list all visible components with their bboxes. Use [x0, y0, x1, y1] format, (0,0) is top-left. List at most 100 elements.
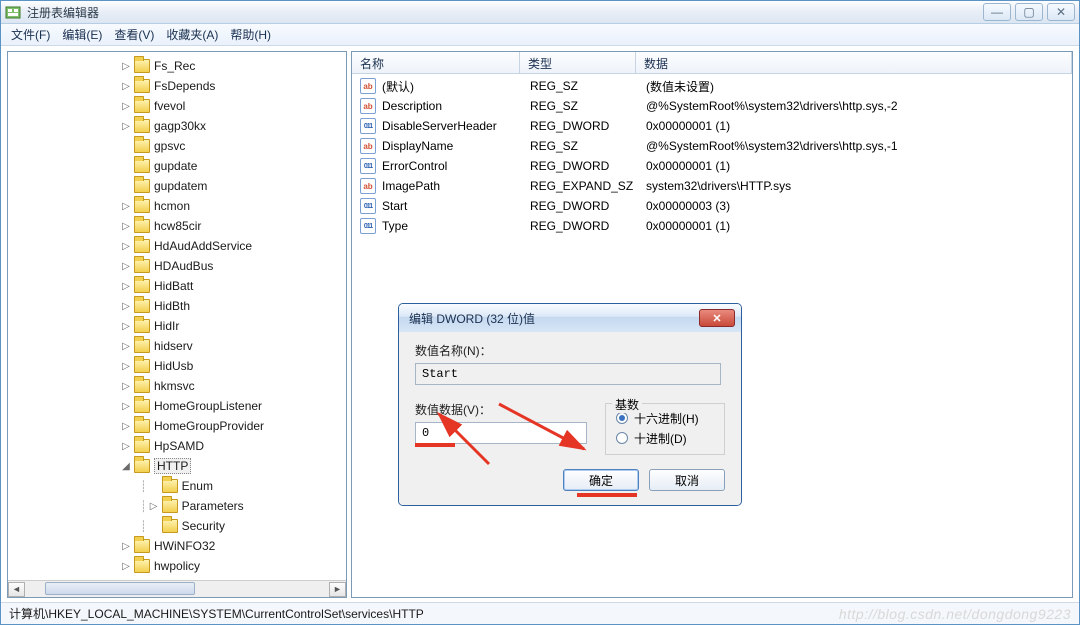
col-header-name[interactable]: 名称 [352, 52, 520, 73]
tree-item-label: hkmsvc [154, 379, 195, 393]
chevron-right-icon[interactable]: ▷ [120, 541, 132, 552]
chevron-right-icon[interactable]: ▷ [120, 241, 132, 252]
chevron-right-icon[interactable]: ▷ [120, 441, 132, 452]
chevron-right-icon[interactable]: ▷ [120, 101, 132, 112]
tree-item[interactable]: ▷Fs_Rec [8, 56, 346, 76]
tree-item[interactable]: ▷gagp30kx [8, 116, 346, 136]
scroll-left-icon[interactable]: ◄ [8, 582, 25, 597]
menu-fav[interactable]: 收藏夹(A) [160, 24, 224, 45]
tree-item[interactable]: ▷HDAudBus [8, 256, 346, 276]
dword-value-icon: 011 [360, 158, 376, 174]
tree-h-scrollbar[interactable]: ◄ ► [8, 580, 346, 597]
chevron-right-icon[interactable]: ▷ [120, 221, 132, 232]
tree-item-label: Security [182, 519, 225, 533]
tree-item[interactable]: ▷HidIr [8, 316, 346, 336]
tree-item[interactable]: ▷HWiNFO32 [8, 536, 346, 556]
tree-item[interactable]: ▷HidBatt [8, 276, 346, 296]
tree-item[interactable]: ▷HidUsb [8, 356, 346, 376]
annotation-redline-input [415, 443, 455, 447]
radio-dot-icon [616, 432, 628, 444]
cell-data: 0x00000001 (1) [646, 119, 1072, 133]
list-row[interactable]: 011TypeREG_DWORD0x00000001 (1) [352, 216, 1072, 236]
dialog-close-button[interactable]: ✕ [699, 309, 735, 327]
chevron-right-icon[interactable]: ▷ [120, 281, 132, 292]
chevron-right-icon[interactable]: ▷ [120, 561, 132, 572]
tree-item[interactable]: gpsvc [8, 136, 346, 156]
dialog-body: 数值名称(N)： 数值数据(V)： 基数 十六进制(H) [399, 332, 741, 505]
tree-item[interactable]: ◢ HTTP [8, 456, 346, 476]
tree-item[interactable]: ▷hwpolicy [8, 556, 346, 576]
folder-icon [134, 559, 150, 573]
tree-item[interactable]: ┊ Enum [8, 476, 346, 496]
tree-item[interactable]: gupdatem [8, 176, 346, 196]
maximize-button[interactable]: ▢ [1015, 3, 1043, 21]
list-row[interactable]: abDisplayNameREG_SZ@%SystemRoot%\system3… [352, 136, 1072, 156]
chevron-right-icon[interactable]: ▷ [148, 501, 160, 512]
menu-help[interactable]: 帮助(H) [224, 24, 277, 45]
scroll-thumb[interactable] [45, 582, 195, 595]
list-row[interactable]: abImagePathREG_EXPAND_SZsystem32\drivers… [352, 176, 1072, 196]
ok-button[interactable]: 确定 [563, 469, 639, 491]
tree-item[interactable]: gupdate [8, 156, 346, 176]
cell-data: @%SystemRoot%\system32\drivers\http.sys,… [646, 139, 1072, 153]
scroll-right-icon[interactable]: ► [329, 582, 346, 597]
tree-item[interactable]: ▷ hkmsvc [8, 376, 346, 396]
list-row[interactable]: 011StartREG_DWORD0x00000003 (3) [352, 196, 1072, 216]
cancel-button[interactable]: 取消 [649, 469, 725, 491]
col-header-data[interactable]: 数据 [636, 52, 1072, 73]
chevron-right-icon[interactable]: ▷ [120, 61, 132, 72]
cell-data: (数值未设置) [646, 78, 1072, 95]
cell-name: ImagePath [382, 179, 530, 193]
tree-item[interactable]: ▷HpSAMD [8, 436, 346, 456]
chevron-right-icon[interactable]: ▷ [120, 321, 132, 332]
tree-item[interactable]: ▷fvevol [8, 96, 346, 116]
string-value-icon: ab [360, 178, 376, 194]
chevron-down-icon[interactable]: ◢ [120, 461, 132, 472]
chevron-right-icon[interactable]: ▷ [120, 381, 132, 392]
tree-item[interactable]: ┊ Security [8, 516, 346, 536]
chevron-right-icon[interactable]: ▷ [120, 81, 132, 92]
menu-edit[interactable]: 编辑(E) [56, 24, 108, 45]
tree-item[interactable]: ▷hcw85cir [8, 216, 346, 236]
col-header-type[interactable]: 类型 [520, 52, 636, 73]
chevron-right-icon[interactable]: ▷ [120, 201, 132, 212]
close-button[interactable]: ✕ [1047, 3, 1075, 21]
folder-icon [134, 399, 150, 413]
chevron-right-icon[interactable]: ▷ [120, 341, 132, 352]
folder-icon [134, 279, 150, 293]
folder-icon [134, 359, 150, 373]
list-row[interactable]: 011ErrorControlREG_DWORD0x00000001 (1) [352, 156, 1072, 176]
cell-name: Description [382, 99, 530, 113]
cell-type: REG_DWORD [530, 119, 646, 133]
tree-item[interactable]: ▷HdAudAddService [8, 236, 346, 256]
menu-file[interactable]: 文件(F) [5, 24, 56, 45]
tree-item[interactable]: ┊ ▷Parameters [8, 496, 346, 516]
chevron-right-icon[interactable]: ▷ [120, 301, 132, 312]
chevron-right-icon[interactable]: ▷ [120, 121, 132, 132]
tree-item-label: HTTP [154, 458, 191, 474]
folder-icon [134, 79, 150, 93]
tree-item[interactable]: ▷HidBth [8, 296, 346, 316]
tree-item[interactable]: ▷ FsDepends [8, 76, 346, 96]
tree-item-label: FsDepends [154, 79, 215, 93]
tree-item[interactable]: ▷hidserv [8, 336, 346, 356]
list-row[interactable]: ab(默认)REG_SZ(数值未设置) [352, 76, 1072, 96]
tree-item[interactable]: ▷HomeGroupProvider [8, 416, 346, 436]
scroll-track[interactable] [25, 582, 329, 597]
list-row[interactable]: abDescriptionREG_SZ@%SystemRoot%\system3… [352, 96, 1072, 116]
chevron-right-icon[interactable]: ▷ [120, 261, 132, 272]
chevron-right-icon[interactable]: ▷ [120, 421, 132, 432]
tree-item[interactable]: ▷HomeGroupListener [8, 396, 346, 416]
tree-item[interactable]: ▷hcmon [8, 196, 346, 216]
value-data-field[interactable] [415, 422, 587, 444]
chevron-right-icon[interactable]: ▷ [120, 361, 132, 372]
minimize-button[interactable]: — [983, 3, 1011, 21]
radio-dec[interactable]: 十进制(D) [616, 428, 714, 448]
value-name-field [415, 363, 721, 385]
cell-type: REG_SZ [530, 99, 646, 113]
folder-icon [162, 519, 178, 533]
dialog-titlebar[interactable]: 编辑 DWORD (32 位)值 ✕ [399, 304, 741, 332]
list-row[interactable]: 011DisableServerHeaderREG_DWORD0x0000000… [352, 116, 1072, 136]
chevron-right-icon[interactable]: ▷ [120, 401, 132, 412]
menu-view[interactable]: 查看(V) [108, 24, 160, 45]
